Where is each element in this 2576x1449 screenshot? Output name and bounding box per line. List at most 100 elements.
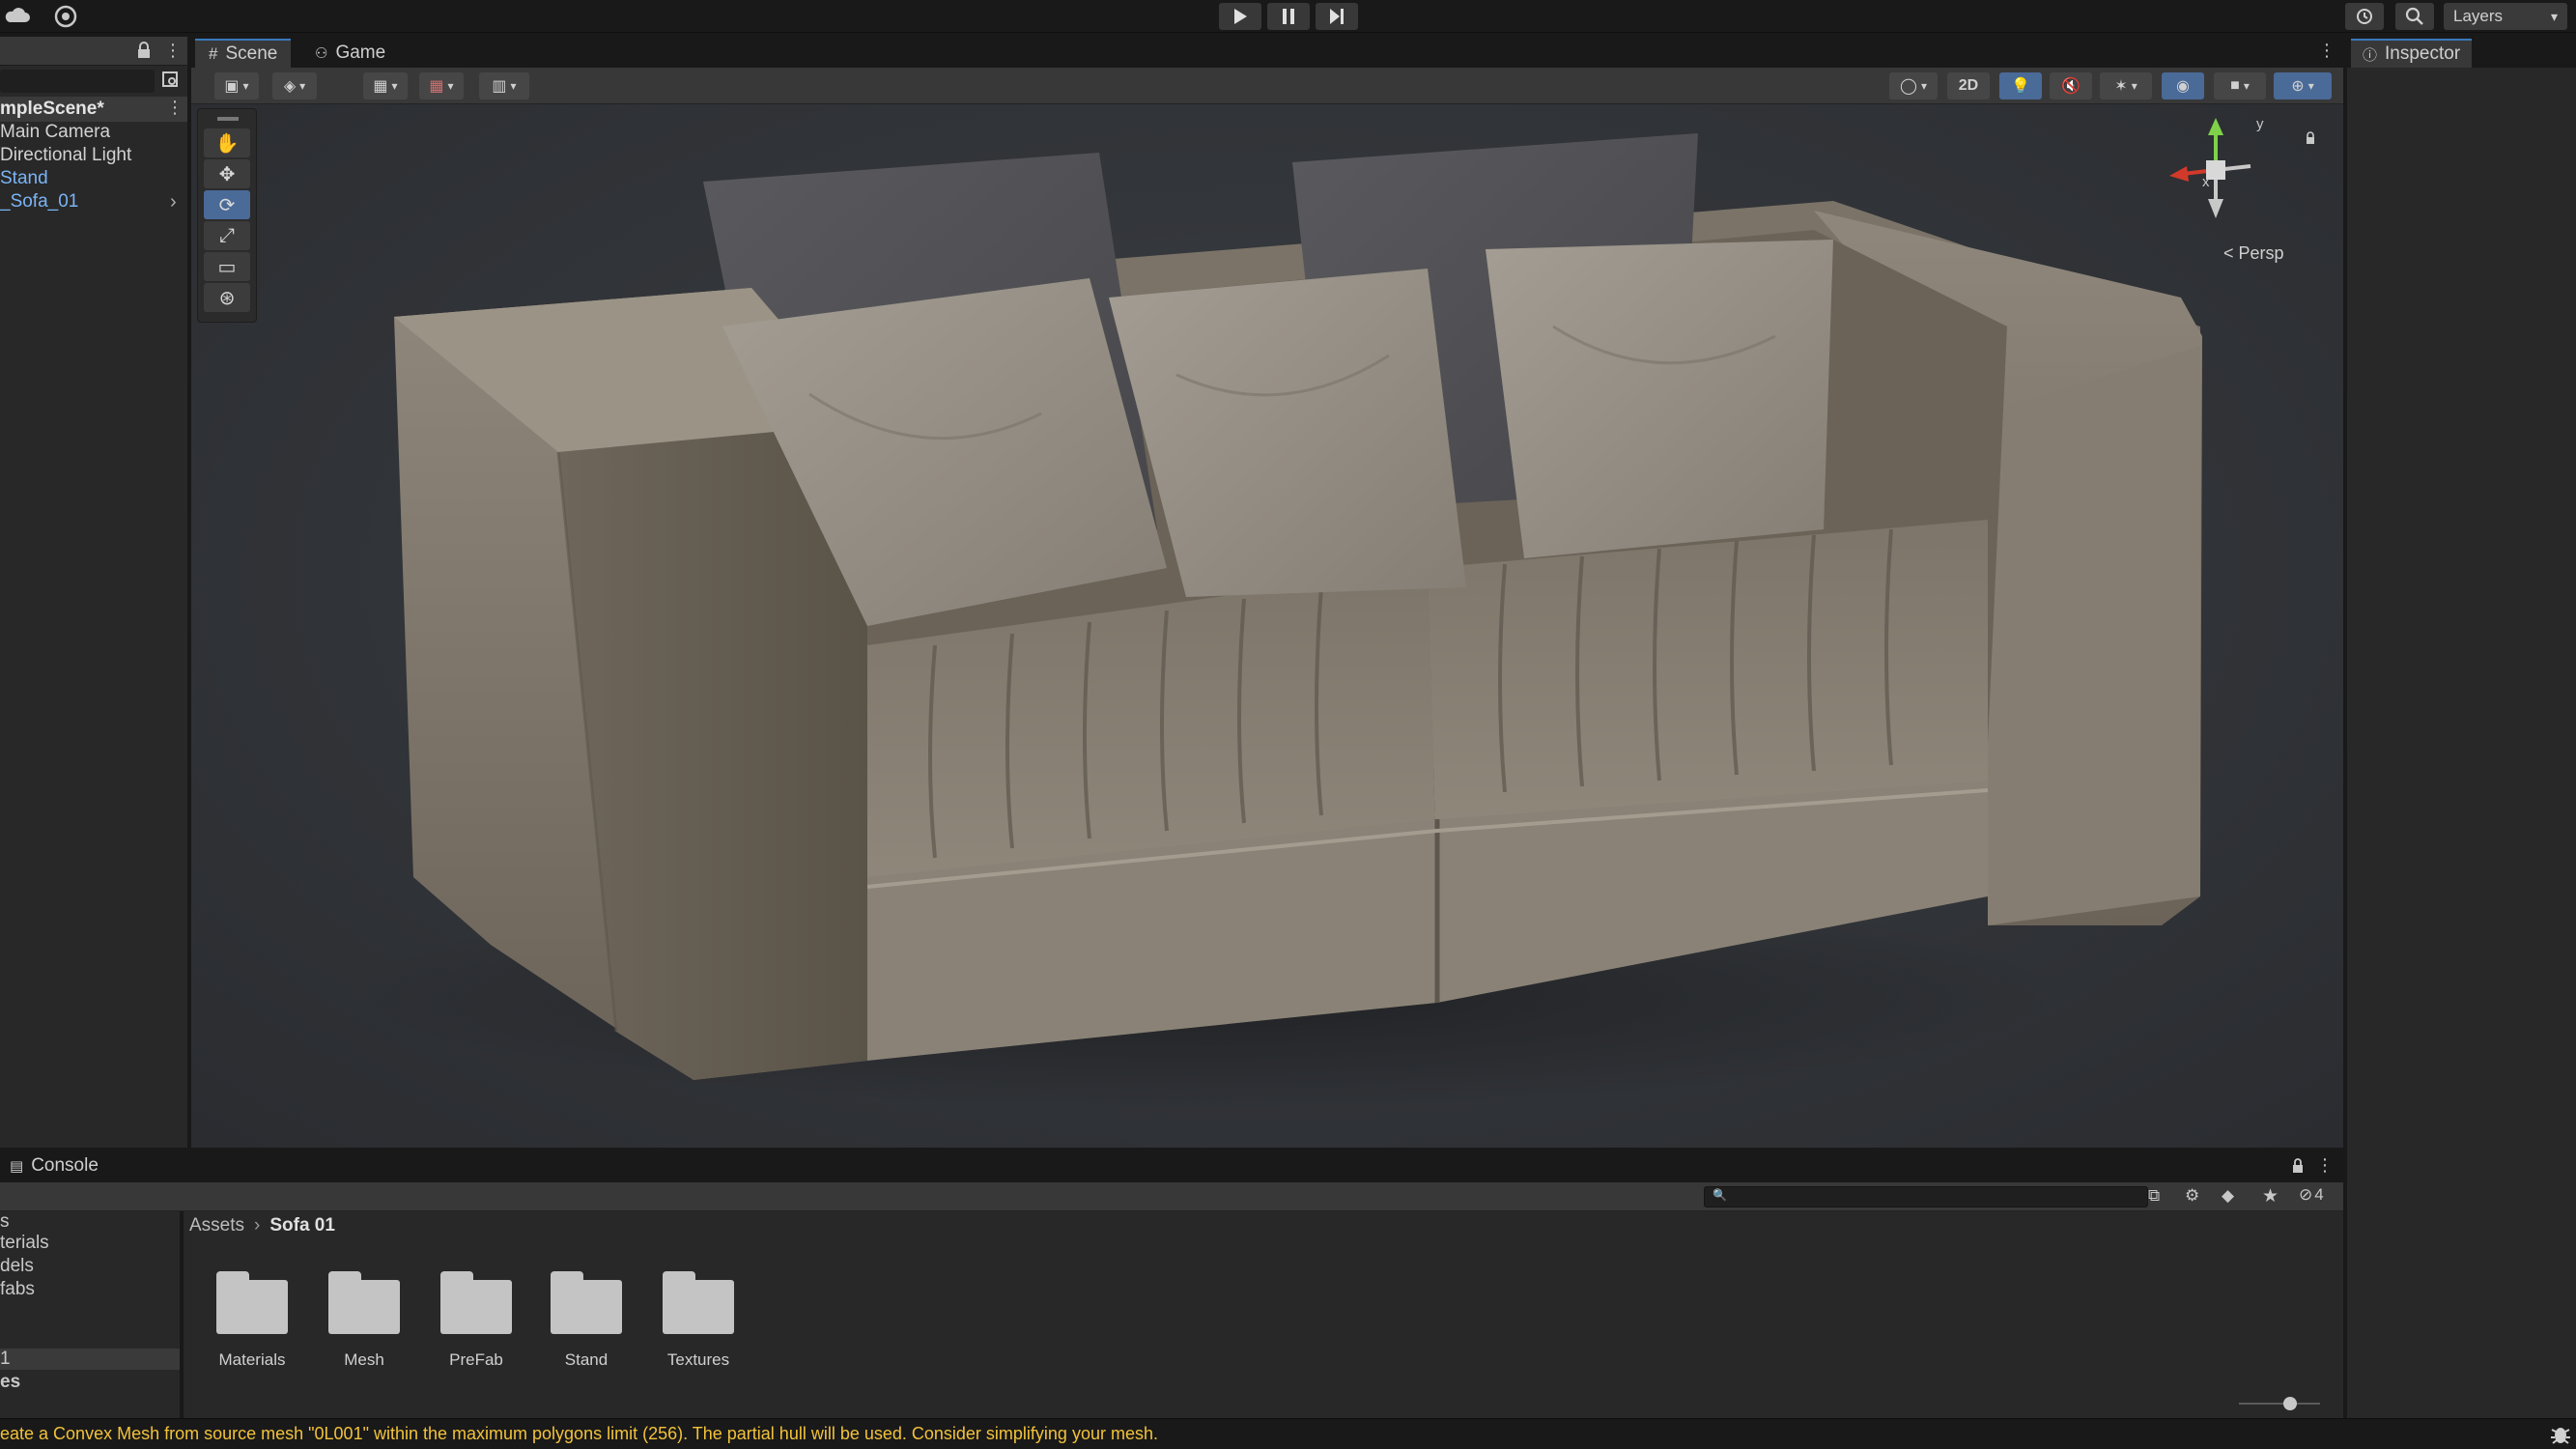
inspector-header: ⓘ Inspector	[2347, 37, 2576, 68]
scene-more-icon[interactable]: ⋮	[166, 98, 184, 118]
step-button[interactable]	[1316, 3, 1358, 30]
chevron-down-icon: ▾	[2131, 79, 2137, 93]
scene-visibility-toggle[interactable]: ◉	[2162, 72, 2204, 99]
hierarchy-item-sofa[interactable]: _Sofa_01	[0, 191, 78, 213]
search-by-label-icon[interactable]: ⚙	[2185, 1186, 2206, 1208]
gizmo-lock-icon[interactable]	[2305, 129, 2316, 144]
tools-drag-handle[interactable]	[217, 117, 239, 121]
rect-tool-button[interactable]: ▭	[204, 252, 250, 281]
bug-icon[interactable]	[2550, 1422, 2571, 1445]
cloud-icon[interactable]	[4, 5, 31, 28]
folder-icon[interactable]	[551, 1271, 624, 1334]
audio-toggle[interactable]: 🔇	[2050, 72, 2092, 99]
more-options-icon[interactable]: ⋮	[164, 41, 182, 60]
folder-label-textures[interactable]: Textures	[642, 1350, 754, 1370]
folder-icon[interactable]	[663, 1271, 736, 1334]
hierarchy-search-input[interactable]	[0, 70, 155, 93]
hidden-packages-toggle[interactable]: ⊘ 4	[2299, 1185, 2324, 1207]
pause-button[interactable]	[1267, 3, 1310, 30]
console-lock-icon[interactable]	[2291, 1157, 2305, 1175]
lighting-toggle[interactable]: 💡	[1999, 72, 2042, 99]
toggle-2d-button[interactable]: 2D	[1947, 72, 1990, 99]
align-dropdown[interactable]: ▥ ▾	[479, 72, 529, 99]
rotate-tool-button[interactable]: ⟳	[204, 190, 250, 219]
project-search-input[interactable]: 🔍	[1704, 1186, 2148, 1208]
folder-label-mesh[interactable]: Mesh	[308, 1350, 420, 1370]
breadcrumb: Assets › Sofa 01	[189, 1213, 335, 1238]
grid-snap-dropdown[interactable]: ▦ ▾	[363, 72, 408, 99]
icon-size-slider[interactable]	[2239, 1397, 2320, 1410]
gizmo-globe-icon: ⊕	[2291, 78, 2305, 95]
scene-viewport[interactable]: y x < Persp	[191, 104, 2343, 1148]
folder-label-stand[interactable]: Stand	[530, 1350, 642, 1370]
step-icon	[1330, 9, 1344, 24]
status-warning-message[interactable]: eate a Convex Mesh from source mesh "0L0…	[0, 1424, 1158, 1444]
chevron-down-icon: ▾	[299, 79, 306, 93]
history-icon	[2357, 9, 2372, 24]
hierarchy-item-main-camera[interactable]: Main Camera	[0, 122, 110, 143]
console-more-icon[interactable]: ⋮	[2316, 1155, 2334, 1176]
slider-thumb[interactable]	[2283, 1397, 2297, 1410]
effects-dropdown[interactable]: ✶ ▾	[2100, 72, 2152, 99]
perspective-toggle[interactable]: < Persp	[2223, 243, 2284, 264]
collab-icon[interactable]	[52, 4, 79, 29]
chevron-down-icon: ▾	[510, 79, 517, 93]
folder-tree-item[interactable]: terials	[0, 1233, 49, 1254]
tab-game[interactable]: ⚇ Game	[301, 39, 399, 68]
scene-more-options-icon[interactable]: ⋮	[2318, 41, 2335, 61]
folder-tree-item[interactable]: fabs	[0, 1279, 35, 1300]
favorite-star-icon[interactable]: ★	[2262, 1185, 2283, 1207]
tab-console[interactable]: ▤ Console	[0, 1151, 108, 1180]
search-by-type-icon[interactable]: ⧉	[2148, 1186, 2169, 1208]
increment-snap-dropdown[interactable]: ▦ ▾	[419, 72, 464, 99]
sofa-3d-model[interactable]	[191, 104, 2343, 1148]
gizmos-dropdown[interactable]: ⊕ ▾	[2274, 72, 2332, 99]
search-button[interactable]	[2395, 3, 2434, 30]
hierarchy-search-options-icon[interactable]	[160, 70, 182, 91]
folder-tree-item[interactable]: dels	[0, 1256, 34, 1277]
hierarchy-item-stand[interactable]: Stand	[0, 168, 48, 189]
folder-icon[interactable]	[328, 1271, 402, 1334]
folder-tree-item-label: 1	[0, 1349, 11, 1369]
eye-slash-icon: ⊘	[2299, 1185, 2313, 1204]
folder-label-materials[interactable]: Materials	[196, 1350, 308, 1370]
draw-mode-dropdown[interactable]: ▣ ▾	[214, 72, 259, 99]
tab-scene[interactable]: # Scene	[195, 39, 292, 68]
lock-icon[interactable]	[135, 41, 153, 60]
chevron-down-icon: ▾	[391, 79, 398, 93]
project-toolbar: 🔍 ⧉ ⚙ ◆ ★ ⊘ 4	[0, 1182, 2343, 1211]
folder-icon[interactable]	[216, 1271, 290, 1334]
tag-icon[interactable]: ◆	[2222, 1186, 2243, 1208]
console-icon: ▤	[10, 1158, 24, 1175]
hand-tool-button[interactable]: ✋	[204, 128, 250, 157]
shading-dropdown[interactable]: ◈ ▾	[272, 72, 317, 99]
folder-tree-item-selected[interactable]: 1	[0, 1349, 180, 1370]
history-button[interactable]	[2345, 3, 2384, 30]
project-folder-tree: s terials dels fabs 1 es	[0, 1211, 182, 1418]
camera-dropdown[interactable]: ■ ▾	[2214, 72, 2266, 99]
folder-tree-item[interactable]: s	[0, 1211, 10, 1233]
folder-tree-item[interactable]: es	[0, 1372, 20, 1393]
transform-tool-button[interactable]: ⊛	[204, 283, 250, 312]
console-label: Console	[31, 1155, 99, 1176]
move-tool-button[interactable]: ✥	[204, 159, 250, 188]
breadcrumb-assets[interactable]: Assets	[189, 1215, 244, 1236]
layers-label: Layers	[2453, 7, 2504, 25]
breadcrumb-sofa[interactable]: Sofa 01	[269, 1215, 335, 1236]
grid-snap-icon: ▦	[373, 78, 388, 95]
rect-icon: ▭	[217, 256, 237, 278]
scale-tool-button[interactable]: ⤢	[204, 221, 250, 250]
mute-icon: 🔇	[2061, 78, 2081, 95]
folder-icon[interactable]	[440, 1271, 514, 1334]
scene-row[interactable]: mpleScene* ⋮	[0, 97, 187, 122]
tab-inspector[interactable]: ⓘ Inspector	[2351, 39, 2473, 68]
folder-label-prefab[interactable]: PreFab	[420, 1350, 532, 1370]
hierarchy-item-directional-light[interactable]: Directional Light	[0, 145, 131, 166]
chevron-right-icon[interactable]: ›	[170, 191, 177, 213]
draw-mode-icon: ▣	[224, 78, 240, 95]
hierarchy-header	[0, 37, 187, 66]
layers-dropdown[interactable]: Layers ▾	[2444, 3, 2567, 30]
play-button[interactable]	[1219, 3, 1261, 30]
render-mode-dropdown[interactable]: ◯ ▾	[1889, 72, 1938, 99]
scene-tab-bar: # Scene ⚇ Game ⋮	[191, 37, 2343, 68]
